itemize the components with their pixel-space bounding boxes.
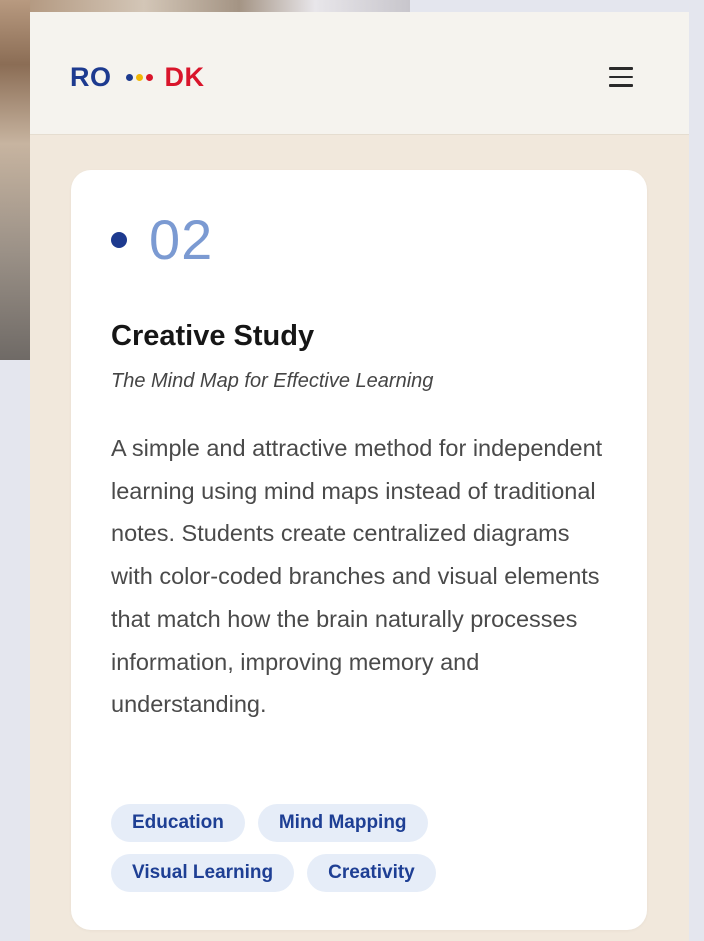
logo-dot-yellow	[135, 74, 143, 81]
project-description: A simple and attractive method for indep…	[111, 435, 603, 718]
site-header: RO DK	[30, 12, 689, 135]
tag-mind-mapping[interactable]: Mind Mapping	[257, 804, 428, 842]
logo-dots	[125, 74, 153, 81]
tag-visual-learning[interactable]: Visual Learning	[111, 854, 295, 892]
logo-dot-blue	[125, 74, 133, 81]
project-number-row: 02	[111, 212, 213, 268]
project-subtitle: The Mind Map for Effective Learning	[111, 370, 434, 392]
menu-line	[609, 67, 633, 70]
menu-line	[609, 75, 633, 79]
logo-dot-red	[145, 74, 153, 81]
menu-line	[609, 84, 633, 87]
tag-list: Education Mind Mapping Visual Learning C…	[111, 804, 611, 892]
site-logo[interactable]: RO DK	[70, 62, 205, 93]
bullet-dot-icon	[111, 232, 127, 248]
mobile-page: RO DK 02 Creative Study The Mind Map for…	[30, 12, 689, 941]
hamburger-menu-icon[interactable]	[609, 67, 633, 87]
project-card: 02 Creative Study The Mind Map for Effec…	[71, 170, 647, 930]
project-number: 02	[149, 208, 214, 271]
background-photo	[0, 0, 30, 360]
logo-text-dk: DK	[164, 62, 205, 92]
background-photo-strip	[30, 0, 410, 12]
logo-text-ro: RO	[70, 62, 112, 92]
tag-creativity[interactable]: Creativity	[307, 854, 436, 892]
tag-education[interactable]: Education	[111, 804, 245, 842]
project-title: Creative Study	[111, 320, 315, 352]
